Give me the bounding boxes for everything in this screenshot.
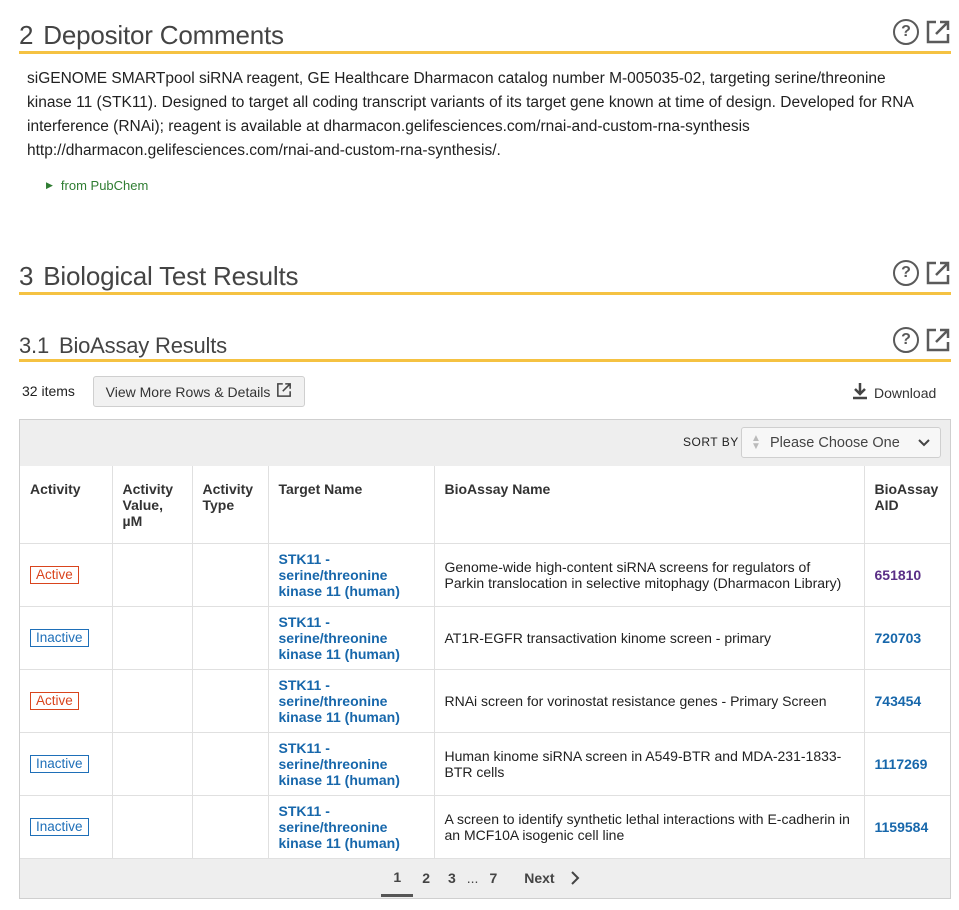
column-header[interactable]: Activity Value, µM (112, 466, 193, 544)
section-title: 2 Depositor Comments (19, 20, 284, 50)
aid-link[interactable]: 1117269 (864, 732, 950, 796)
activity-type-cell (192, 606, 269, 670)
aid-link[interactable]: 1159584 (864, 795, 950, 859)
external-link-icon[interactable] (925, 260, 951, 286)
page-ellipsis: ... (466, 870, 479, 886)
target-link[interactable]: STK11 - serine/threonine kinase 11 (huma… (268, 606, 435, 670)
section-header-depositor: 2 Depositor Comments ? (19, 10, 951, 54)
help-icon[interactable]: ? (893, 327, 919, 353)
activity-type-cell (192, 795, 269, 859)
table-row: Inactive STK11 - serine/threonine kinase… (20, 732, 950, 796)
activity-badge: Inactive (30, 628, 89, 647)
help-icon[interactable]: ? (893, 260, 919, 286)
from-pubchem-toggle[interactable]: ▶ from PubChem (46, 178, 148, 193)
bioassay-name: RNAi screen for vorinostat resistance ge… (434, 669, 865, 733)
download-button[interactable]: Download (852, 382, 936, 403)
bioassay-table-panel: SORT BY ▲ ▼ Please Choose One Activity Ac… (19, 419, 951, 899)
activity-badge: Active (30, 691, 79, 710)
target-link[interactable]: STK11 - serine/threonine kinase 11 (huma… (268, 543, 435, 607)
sort-bar: SORT BY ▲ ▼ Please Choose One (20, 420, 950, 466)
activity-value-cell (112, 795, 193, 859)
activity-value-cell (112, 669, 193, 733)
page-7[interactable]: 7 (480, 870, 506, 886)
page-2[interactable]: 2 (413, 870, 439, 886)
column-header[interactable]: BioAssay AID (864, 466, 950, 544)
column-header[interactable]: Activity (20, 466, 113, 544)
pagination: 1 2 3 ... 7 Next (20, 858, 950, 898)
aid-link[interactable]: 651810 (864, 543, 950, 607)
bioassay-table: Activity Activity Value, µM Activity Typ… (20, 466, 950, 859)
table-row: Inactive STK11 - serine/threonine kinase… (20, 795, 950, 859)
activity-value-cell (112, 543, 193, 607)
chevron-right-icon (570, 871, 580, 885)
view-more-button[interactable]: View More Rows & Details (93, 376, 305, 407)
activity-type-cell (192, 669, 269, 733)
aid-link[interactable]: 720703 (864, 606, 950, 670)
section-title: 3 Biological Test Results (19, 261, 299, 291)
caret-right-icon: ▶ (46, 180, 53, 190)
depositor-comment: siGENOME SMARTpool siRNA reagent, GE Hea… (27, 70, 913, 159)
page-3[interactable]: 3 (439, 870, 465, 886)
activity-badge: Active (30, 565, 79, 584)
bioassay-name: A screen to identify synthetic lethal in… (434, 795, 865, 859)
external-link-icon[interactable] (925, 19, 951, 45)
aid-link[interactable]: 743454 (864, 669, 950, 733)
column-header[interactable]: BioAssay Name (434, 466, 865, 544)
table-row: Active STK11 - serine/threonine kinase 1… (20, 543, 950, 607)
activity-value-cell (112, 606, 193, 670)
column-header[interactable]: Target Name (268, 466, 435, 544)
external-link-icon (276, 382, 292, 401)
activity-value-cell (112, 732, 193, 796)
target-link[interactable]: STK11 - serine/threonine kinase 11 (huma… (268, 669, 435, 733)
sort-label: SORT BY (683, 435, 739, 449)
activity-badge: Inactive (30, 817, 89, 836)
sort-select[interactable]: ▲ ▼ Please Choose One (741, 427, 941, 458)
table-row: Inactive STK11 - serine/threonine kinase… (20, 606, 950, 670)
section-header-bio: 3 Biological Test Results ? (19, 251, 951, 295)
target-link[interactable]: STK11 - serine/threonine kinase 11 (huma… (268, 732, 435, 796)
sort-arrows-icon: ▲ ▼ (751, 432, 761, 452)
bioassay-name: Human kinome siRNA screen in A549-BTR an… (434, 732, 865, 796)
page-1[interactable]: 1 (381, 859, 414, 897)
bioassay-name: Genome-wide high-content siRNA screens f… (434, 543, 865, 607)
activity-badge: Inactive (30, 754, 89, 773)
chevron-down-icon (916, 434, 932, 454)
column-header[interactable]: Activity Type (192, 466, 269, 544)
item-count: 32 items (22, 383, 75, 399)
bioassay-name: AT1R-EGFR transactivation kinome screen … (434, 606, 865, 670)
table-row: Active STK11 - serine/threonine kinase 1… (20, 669, 950, 733)
next-page-button[interactable]: Next (506, 870, 588, 886)
target-link[interactable]: STK11 - serine/threonine kinase 11 (huma… (268, 795, 435, 859)
external-link-icon[interactable] (925, 327, 951, 353)
help-icon[interactable]: ? (893, 19, 919, 45)
section-header-bioassay: 3.1 BioAssay Results ? (19, 318, 951, 362)
section-title: 3.1 BioAssay Results (19, 333, 227, 358)
download-icon (852, 382, 868, 403)
activity-type-cell (192, 732, 269, 796)
activity-type-cell (192, 543, 269, 607)
